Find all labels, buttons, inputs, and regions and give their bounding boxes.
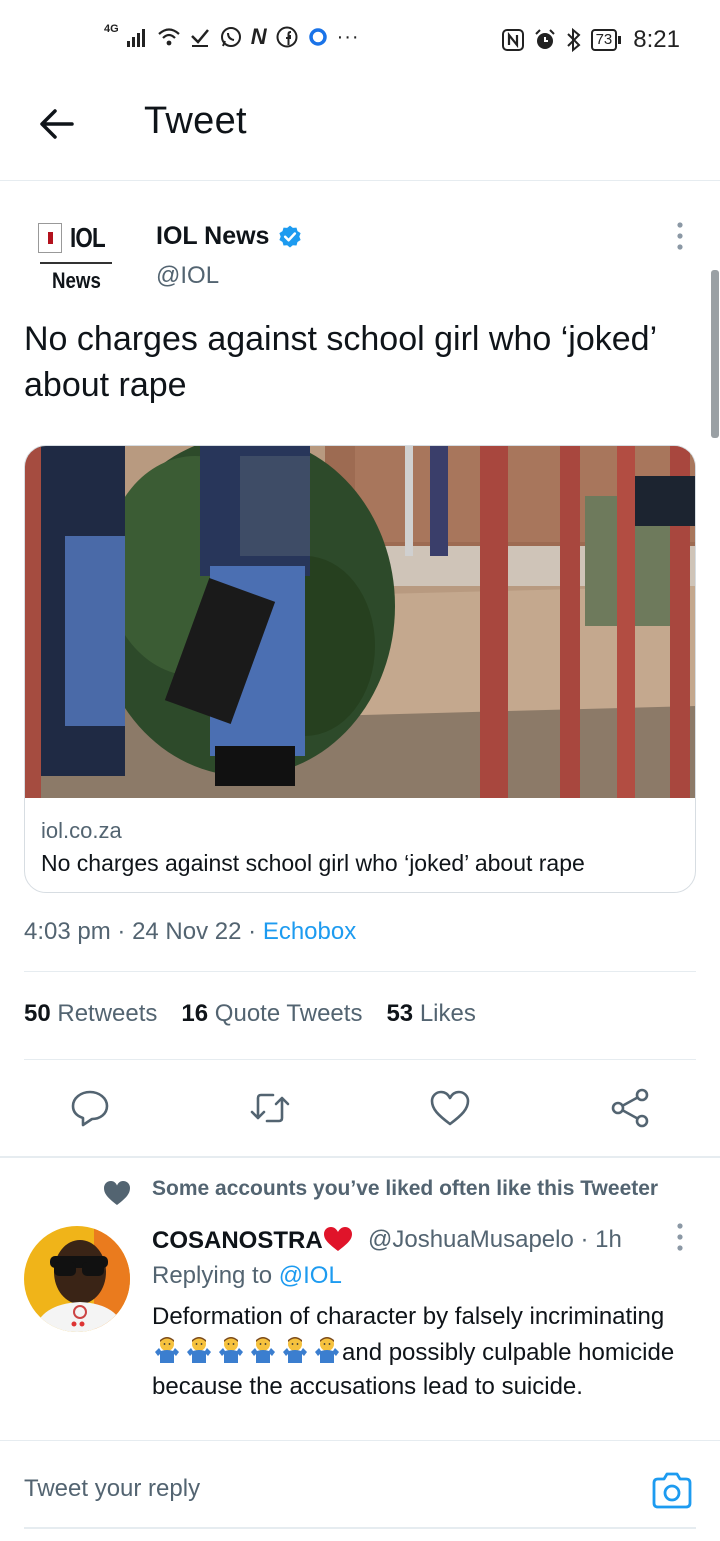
reply-time: 1h — [595, 1226, 622, 1253]
tweet-time: 4:03 pm — [24, 918, 111, 945]
tweet-stats: 50 Retweets 16 Quote Tweets 53 Likes — [24, 1000, 476, 1028]
back-button[interactable] — [36, 102, 80, 146]
link-card[interactable]: iol.co.za No charges against school girl… — [24, 445, 696, 893]
n-icon: N — [250, 24, 267, 49]
facebook-icon — [276, 26, 298, 48]
nfc-icon — [501, 29, 524, 51]
man-shrugging-emoji-icon — [251, 1337, 275, 1363]
reply-avatar-image — [24, 1226, 130, 1332]
arrow-left-icon — [40, 109, 74, 139]
reply-avatar[interactable] — [24, 1226, 130, 1332]
tweet-date: 24 Nov 22 — [132, 918, 242, 945]
circle-icon — [308, 28, 327, 46]
author-handle[interactable]: @IOL — [156, 262, 219, 290]
man-shrugging-emoji-group — [152, 1334, 342, 1364]
wifi-icon — [157, 28, 180, 46]
man-shrugging-emoji-icon — [155, 1337, 179, 1363]
like-icon[interactable] — [428, 1086, 472, 1130]
card-image — [25, 446, 695, 798]
more-options-icon[interactable] — [675, 221, 685, 251]
retweet-icon[interactable] — [248, 1086, 292, 1130]
alarm-icon — [534, 29, 555, 49]
status-bar: 4G N ··· 73 8:21 — [0, 0, 720, 80]
tweet-text: No charges against school girl who ‘joke… — [24, 320, 656, 404]
card-title: No charges against school girl who ‘joke… — [41, 850, 585, 876]
retweets-stat[interactable]: 50 Retweets — [24, 1000, 157, 1028]
reply-author-handle[interactable]: @JoshuaMusapelo · 1h — [368, 1226, 622, 1254]
man-shrugging-emoji-icon — [219, 1337, 243, 1363]
reply-input[interactable] — [24, 1475, 584, 1503]
tweet-meta: 4:03 pm · 24 Nov 22 · Echobox — [24, 918, 357, 945]
whatsapp-icon — [220, 27, 241, 47]
top-app-bar: Tweet — [0, 80, 720, 181]
more-icon: ··· — [336, 25, 360, 48]
iol-logo-text: IOL — [70, 222, 106, 253]
quote-tweets-stat[interactable]: 16 Quote Tweets — [181, 1000, 362, 1028]
network-type: 4G — [104, 23, 119, 35]
replying-to: Replying to @IOL — [152, 1262, 342, 1289]
author-avatar[interactable]: IOL News — [38, 218, 118, 302]
tweet-source-link[interactable]: Echobox — [263, 918, 356, 945]
page-title: Tweet — [144, 100, 247, 142]
social-context: Some accounts you’ve liked often like th… — [152, 1177, 659, 1200]
bluetooth-icon — [566, 27, 581, 53]
author-name[interactable]: IOL News — [156, 222, 303, 251]
verified-badge-icon — [279, 225, 302, 248]
iol-logo-mark — [38, 223, 62, 253]
camera-icon[interactable] — [650, 1471, 694, 1511]
signal-icon — [126, 29, 145, 47]
card-domain: iol.co.za — [41, 818, 122, 843]
author-name-text: IOL News — [156, 222, 270, 250]
reply-author-name[interactable]: COSANOSTRA — [152, 1226, 353, 1255]
scrollbar[interactable] — [711, 270, 719, 438]
tweet-actions — [0, 1086, 720, 1132]
status-left-icons: 4G N ··· — [104, 23, 360, 50]
reply-text: Deformation of character by falsely incr… — [152, 1303, 675, 1400]
battery-icon: 73 — [590, 29, 622, 51]
section-divider — [0, 1156, 720, 1158]
replying-to-mention[interactable]: @IOL — [279, 1262, 342, 1289]
reply-icon[interactable] — [68, 1086, 112, 1130]
status-right-icons: 73 8:21 — [501, 26, 680, 54]
clock: 8:21 — [633, 26, 680, 53]
divider — [24, 1059, 696, 1060]
red-heart-emoji-icon — [323, 1227, 352, 1251]
reply-composer — [0, 1440, 720, 1541]
reply-more-options-icon[interactable] — [675, 1222, 685, 1252]
composer-underline — [24, 1527, 696, 1529]
man-shrugging-emoji-icon — [187, 1337, 211, 1363]
divider — [24, 971, 696, 972]
check-icon — [190, 29, 209, 47]
heart-filled-icon — [104, 1181, 130, 1205]
likes-stat[interactable]: 53 Likes — [386, 1000, 475, 1028]
man-shrugging-emoji-icon — [283, 1337, 307, 1363]
man-shrugging-emoji-icon — [315, 1337, 339, 1363]
iol-logo-sub: News — [52, 268, 101, 293]
battery-level: 73 — [590, 29, 618, 51]
share-icon[interactable] — [608, 1086, 652, 1130]
